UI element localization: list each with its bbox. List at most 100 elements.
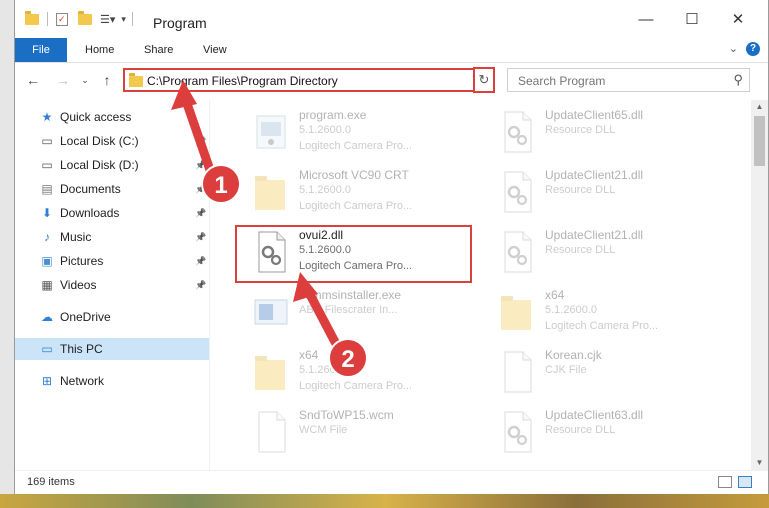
address-path: C:\Program Files\Program Directory [147, 74, 338, 88]
forward-arrow-icon[interactable]: → [53, 70, 73, 90]
sidebar-item-label: Documents [60, 182, 121, 196]
file-item[interactable]: UpdateClient63.dll Resource DLL [495, 404, 735, 460]
tab-file[interactable]: File [15, 38, 67, 62]
status-bar: 169 items [15, 470, 768, 494]
folder-icon [25, 10, 39, 25]
pin-icon[interactable]: 📌 [195, 154, 206, 176]
recent-locations-icon[interactable]: ⌄ [75, 70, 95, 90]
scroll-thumb[interactable] [754, 116, 765, 166]
file-detail: 5.1.2600.0 [299, 364, 351, 376]
file-name: program.exe [299, 108, 367, 122]
new-folder-icon[interactable] [78, 10, 92, 25]
sidebar-item-this-pc[interactable]: ▭ This PC [15, 338, 209, 360]
sidebar-item-quick-access[interactable]: ★ Quick access [15, 106, 209, 128]
file-description: Logitech Camera Pro... [545, 320, 659, 332]
file-name: x64 [545, 288, 565, 302]
documents-icon: ▤ [41, 182, 53, 196]
sidebar-item-pictures[interactable]: ▣ Pictures 📌 [15, 250, 209, 272]
folder-icon [499, 290, 535, 334]
sidebar-item-local-disk-d[interactable]: ▭ Local Disk (D:) 📌 [15, 154, 209, 176]
dll-icon [499, 230, 535, 274]
file-detail: ABC Filescrater In... [299, 304, 398, 316]
tab-view[interactable]: View [203, 38, 227, 62]
search-input[interactable] [516, 72, 720, 90]
file-item[interactable]: x64 5.1.2600.0 Logitech Camera Pro... [495, 284, 735, 340]
desktop-background [0, 494, 769, 508]
sidebar-item-documents[interactable]: ▤ Documents 📌 [15, 178, 209, 200]
vertical-scrollbar[interactable]: ▲ ▼ [751, 100, 768, 470]
sidebar-item-downloads[interactable]: ⬇ Downloads 📌 [15, 202, 209, 224]
pin-icon[interactable]: 📌 [195, 178, 206, 200]
file-name: Microsoft VC90 CRT [299, 168, 409, 182]
file-item[interactable]: UpdateClient65.dll Resource DLL [495, 104, 735, 160]
file-description: Logitech Camera Pro... [299, 380, 413, 392]
file-icon [253, 410, 289, 454]
maximize-button[interactable]: ☐ [677, 10, 707, 30]
scroll-down-icon[interactable]: ▼ [751, 456, 768, 470]
sidebar-item-network[interactable]: ⊞ Network [15, 370, 209, 392]
drive-icon: ▭ [41, 134, 53, 148]
pin-icon[interactable]: 📌 [195, 130, 206, 152]
sidebar-item-local-disk-c[interactable]: ▭ Local Disk (C:) 📌 [15, 130, 209, 152]
file-description: Logitech Camera Pro... [299, 140, 413, 152]
tab-home[interactable]: Home [85, 38, 114, 62]
details-view-icon[interactable] [718, 476, 732, 488]
file-item[interactable]: program.exe 5.1.2600.0 Logitech Camera Pro… [249, 104, 489, 160]
navigation-pane: ★ Quick access ▭ Local Disk (C:) 📌 ▭ Local Dis… [15, 100, 210, 470]
dll-icon [499, 110, 535, 154]
up-arrow-icon[interactable]: ↑ [97, 70, 117, 90]
pin-icon[interactable]: 📌 [195, 250, 206, 272]
address-bar[interactable]: C:\Program Files\Program Directory ⌄ [123, 68, 494, 92]
properties-icon[interactable]: ✓ [56, 12, 68, 26]
file-name: x64 [299, 348, 319, 362]
drive-icon: ▭ [41, 158, 53, 172]
file-item[interactable]: x64 5.1.2600.0 Logitech Camera Pro... [249, 344, 489, 400]
network-icon: ⊞ [41, 374, 53, 388]
pin-icon[interactable]: 📌 [195, 202, 206, 224]
download-icon: ⬇ [41, 206, 53, 220]
tab-share[interactable]: Share [144, 38, 173, 62]
tiles-view-icon[interactable] [738, 476, 752, 488]
sidebar-item-label: OneDrive [60, 310, 111, 324]
sidebar-item-music[interactable]: ♪ Music 📌 [15, 226, 209, 248]
file-description: Logitech Camera Pro... [299, 200, 413, 212]
close-button[interactable]: ✕ [723, 10, 753, 30]
file-item[interactable]: UpdateClient21.dll Resource DLL [495, 164, 735, 220]
file-item[interactable]: Korean.cjk CJK File [495, 344, 735, 400]
installer-icon [253, 290, 289, 334]
pin-icon[interactable]: 📌 [195, 226, 206, 248]
file-icon [499, 350, 535, 394]
sidebar-item-label: Local Disk (D:) [60, 158, 139, 172]
star-icon: ★ [41, 110, 53, 124]
file-highlight-box [235, 225, 472, 283]
search-box[interactable]: ⚲ [507, 68, 750, 92]
window-title: Program [153, 15, 207, 31]
sidebar-item-onedrive[interactable]: ☁ OneDrive [15, 306, 209, 328]
refresh-button[interactable]: ↻ [473, 67, 495, 93]
file-item[interactable]: UpdateClient21.dll Resource DLL [495, 224, 735, 280]
sidebar-item-label: This PC [60, 342, 103, 356]
videos-icon: ▦ [41, 278, 53, 292]
pin-icon[interactable]: 📌 [195, 274, 206, 296]
item-count: 169 items [27, 476, 75, 488]
help-icon[interactable]: ? [746, 42, 760, 56]
scroll-up-icon[interactable]: ▲ [751, 100, 768, 114]
file-detail: WCM File [299, 424, 348, 436]
quick-access-toolbar: ✓ ☰▾ ▾ [25, 10, 133, 28]
file-name: UpdateClient21.dll [545, 228, 644, 242]
back-arrow-icon[interactable]: ← [23, 70, 43, 90]
customize-toolbar-icon[interactable]: ▾ [121, 14, 126, 25]
sidebar-item-label: Quick access [60, 110, 132, 124]
file-item[interactable]: Microsoft VC90 CRT 5.1.2600.0 Logitech Cam… [249, 164, 489, 220]
minimize-button[interactable]: — [631, 10, 661, 30]
expand-ribbon-icon[interactable]: ⌄ [729, 42, 738, 55]
sidebar-item-label: Network [60, 374, 105, 388]
sidebar-item-videos[interactable]: ▦ Videos 📌 [15, 274, 209, 296]
view-options-icon[interactable]: ☰▾ [100, 13, 115, 26]
folder-icon [129, 73, 143, 87]
file-item[interactable]: commsinstaller.exe ABC Filescrater In... [249, 284, 489, 340]
file-detail: CJK File [545, 364, 587, 376]
title-bar: ✓ ☰▾ ▾ Program — ☐ ✕ [15, 0, 768, 38]
sidebar-item-label: Music [60, 230, 92, 244]
file-item[interactable]: SndToWP15.wcm WCM File [249, 404, 489, 460]
